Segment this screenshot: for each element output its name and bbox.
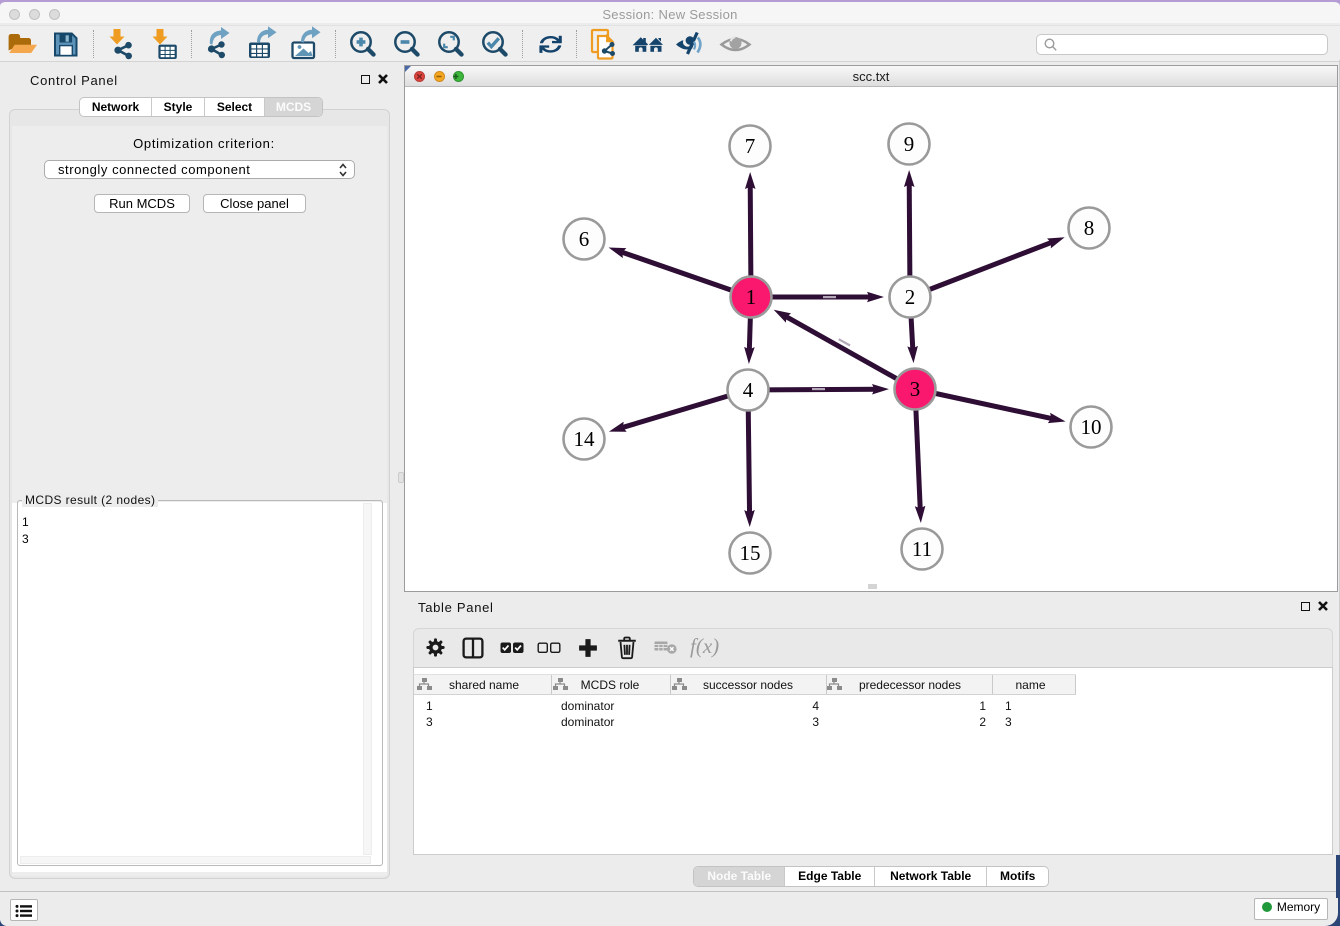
svg-text:10: 10 xyxy=(1081,415,1102,439)
svg-text:15: 15 xyxy=(740,541,761,565)
svg-text:14: 14 xyxy=(574,427,596,451)
svg-text:6: 6 xyxy=(579,227,590,251)
svg-text:2: 2 xyxy=(905,285,916,309)
svg-text:1: 1 xyxy=(746,285,757,309)
svg-text:7: 7 xyxy=(745,134,756,158)
svg-text:4: 4 xyxy=(743,378,754,402)
svg-text:9: 9 xyxy=(904,132,915,156)
svg-text:3: 3 xyxy=(910,377,921,401)
svg-text:11: 11 xyxy=(912,537,932,561)
svg-text:8: 8 xyxy=(1084,216,1095,240)
